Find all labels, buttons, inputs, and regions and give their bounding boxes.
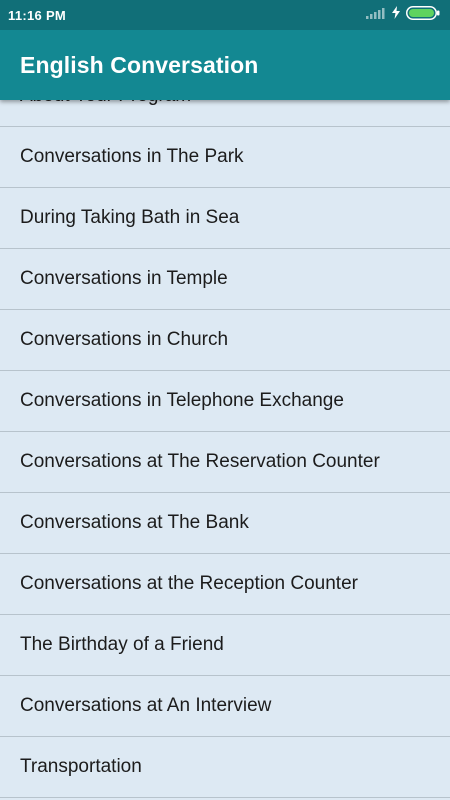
list-item[interactable]: Conversations at The Reservation Counter [0,432,450,493]
conversation-list[interactable]: About Your Program Conversations in The … [0,66,450,798]
status-icons [366,5,440,25]
signal-icon [366,6,386,24]
list-item[interactable]: Transportation [0,737,450,798]
battery-icon [406,5,440,25]
list-item[interactable]: Conversations in Telephone Exchange [0,371,450,432]
app-bar: English Conversation [0,30,450,100]
status-bar: 11:16 PM [0,0,450,30]
list-item[interactable]: Conversations in Church [0,310,450,371]
status-time: 11:16 PM [8,7,67,23]
app-title: English Conversation [20,51,259,78]
screen: 11:16 PM English Conversation Conversati… [0,0,450,800]
list-item[interactable]: The Birthday of a Friend [0,615,450,676]
charging-icon [392,6,400,24]
list-item[interactable]: Conversations in Temple [0,249,450,310]
list-item[interactable]: Conversations at The Bank [0,493,450,554]
list-item[interactable]: Conversations in The Park [0,127,450,188]
list-item[interactable]: During Taking Bath in Sea [0,188,450,249]
list-item[interactable]: Conversations at the Reception Counter [0,554,450,615]
list-item[interactable]: Conversations at An Interview [0,676,450,737]
